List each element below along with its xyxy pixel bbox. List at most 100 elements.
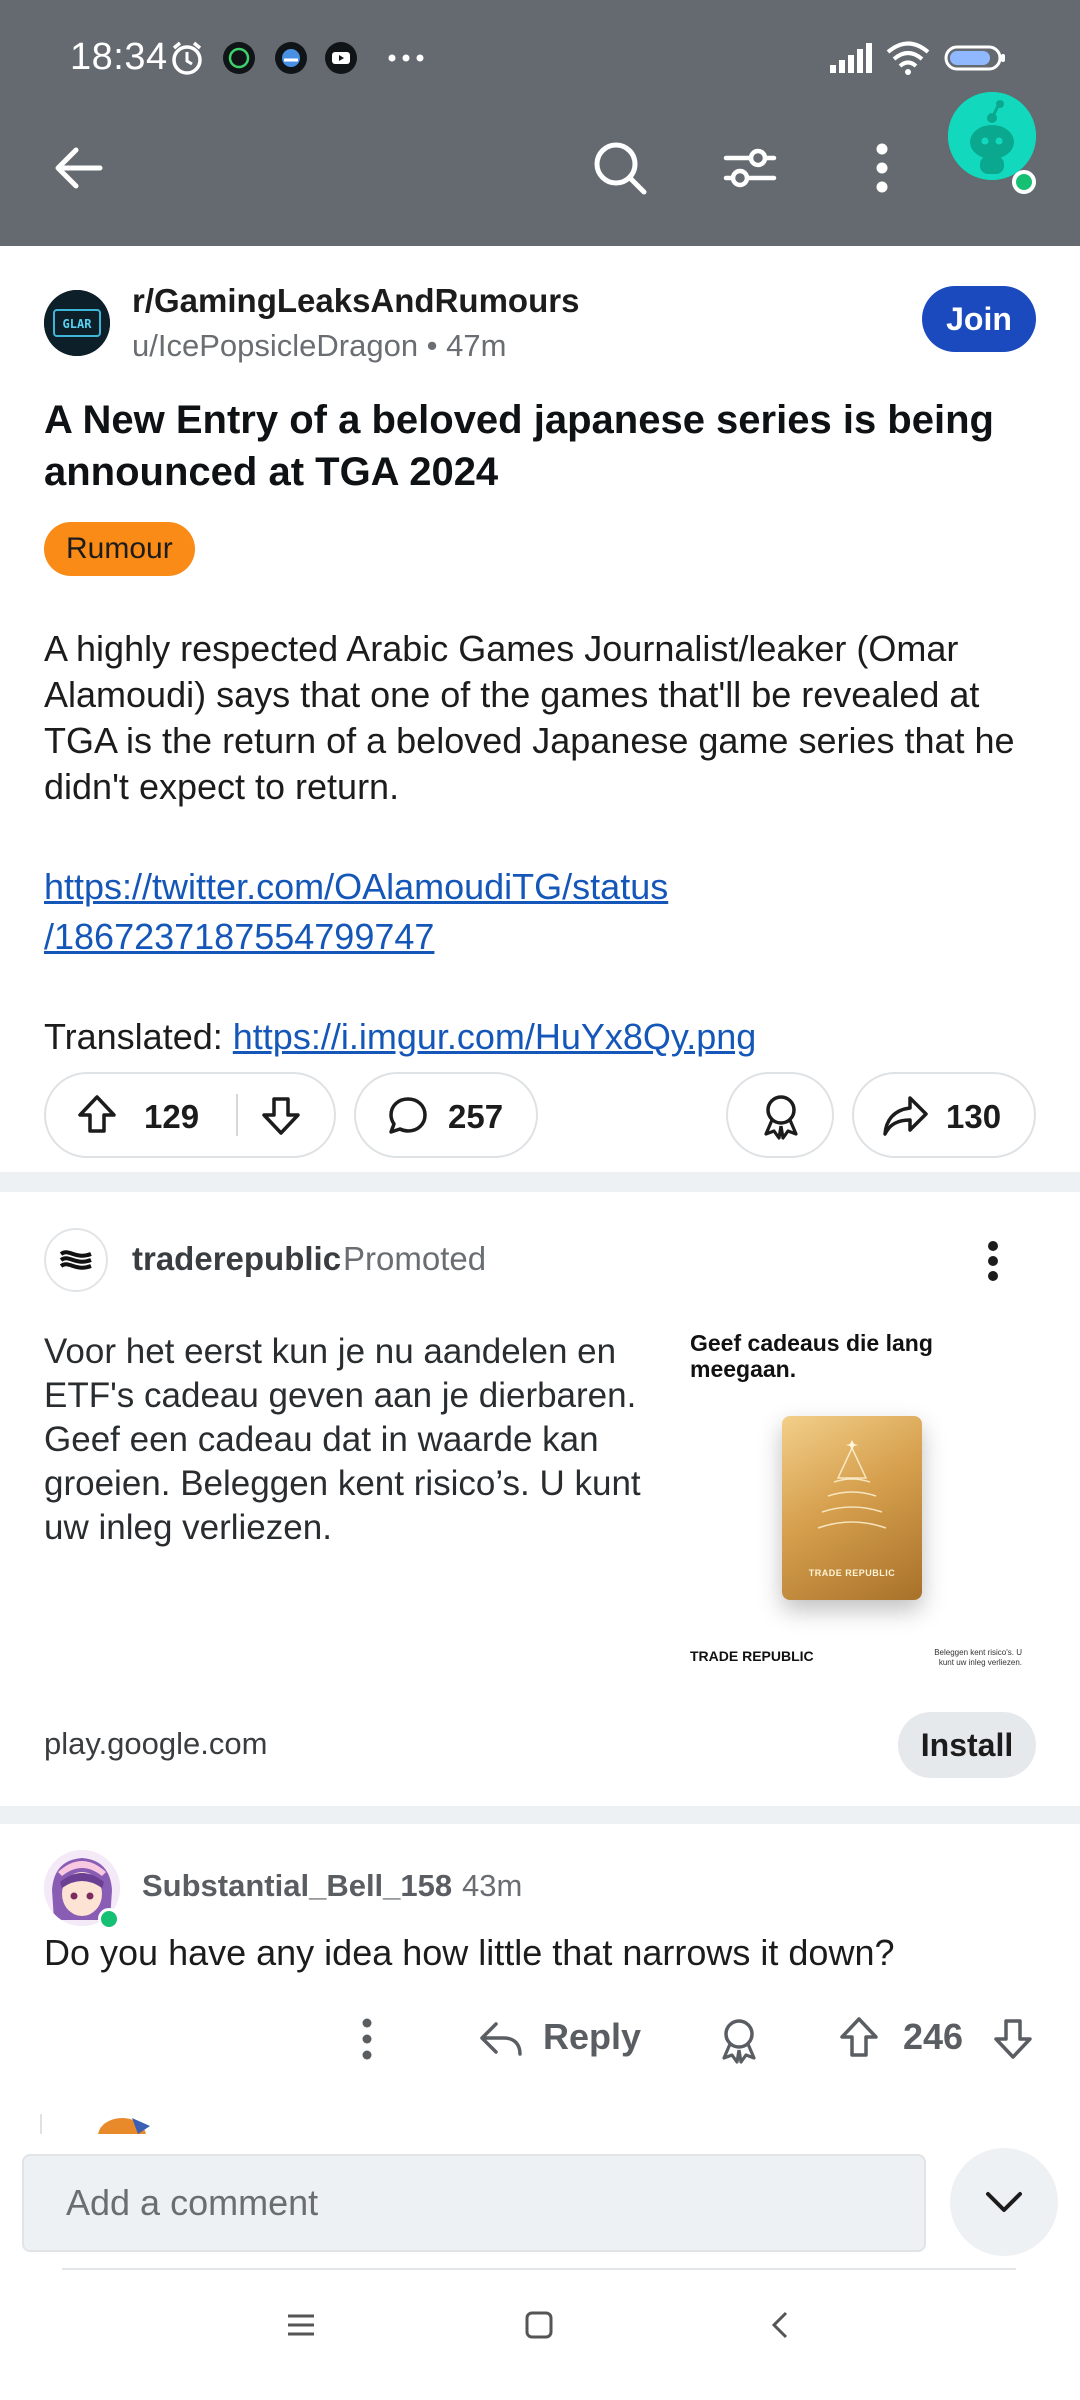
chevron-left-icon <box>771 2311 788 2339</box>
comment-body: Do you have any idea how little that nar… <box>44 1932 895 1973</box>
upvote-arrow-icon <box>840 2017 878 2057</box>
comment-award-button[interactable] <box>716 2016 762 2069</box>
subreddit-logo-icon: GLAR <box>44 290 110 356</box>
menu-lines-icon <box>288 2314 314 2336</box>
comment-options-button[interactable] <box>352 2014 382 2064</box>
award-button[interactable] <box>726 1072 834 1158</box>
comment-composer-bar: Add a comment <box>0 2134 1080 2270</box>
home-square-icon <box>525 2311 553 2339</box>
status-bar: 18:34 <box>0 0 1080 115</box>
reply-arrow-icon <box>480 2022 522 2056</box>
comment-author[interactable]: Substantial_Bell_158 <box>142 1868 452 1904</box>
more-vertical-icon <box>988 1241 998 1281</box>
advertiser-name[interactable]: traderepublic <box>132 1240 341 1278</box>
trade-republic-logo-icon <box>59 1250 92 1270</box>
share-button[interactable]: 130 <box>852 1072 1036 1158</box>
reply-label[interactable]: Reply <box>543 2016 641 2058</box>
share-count: 130 <box>946 1098 1002 1135</box>
post-title: A New Entry of a beloved japanese series… <box>44 398 994 494</box>
gold-gift-card: TRADE REPUBLIC <box>782 1416 922 1600</box>
snoo-avatar-icon <box>948 92 1036 180</box>
reply-avatar-partial <box>92 2112 162 2134</box>
home-button[interactable] <box>524 2310 554 2345</box>
ad-image-brand: TRADE REPUBLIC <box>690 1648 814 1664</box>
downvote-arrow-icon <box>994 2019 1032 2059</box>
ad-image-risk-text: Beleggen kent risico's. U kunt uw inleg … <box>934 1648 1022 1667</box>
top-bar: 18:34 <box>0 0 1080 246</box>
translated-label: Translated: <box>44 1016 223 1057</box>
comment-age: 43m <box>462 1868 523 1903</box>
upvote-button[interactable] <box>74 1092 120 1143</box>
post-meta: u/IcePopsicleDragon • 47m <box>132 328 507 363</box>
section-separator <box>0 1806 1080 1824</box>
post-author[interactable]: u/IcePopsicleDragon <box>132 328 418 363</box>
sort-filter-icon <box>723 148 777 188</box>
comment-upvote-button[interactable] <box>836 2014 882 2067</box>
ad-image[interactable]: Geef cadeaus die lang meegaan. TRADE REP… <box>672 1326 1032 1686</box>
recents-button[interactable] <box>286 2310 316 2345</box>
twitter-link[interactable]: https://twitter.com/OAlamoudiTG/status /… <box>44 862 1044 962</box>
alarm-icon <box>168 40 206 76</box>
downvote-arrow-icon <box>262 1097 300 1135</box>
sort-filter-button[interactable] <box>714 132 786 204</box>
battery-icon <box>944 40 1006 76</box>
status-time: 18:34 <box>70 36 168 78</box>
join-button[interactable]: Join <box>922 286 1036 352</box>
advertiser-avatar[interactable] <box>44 1228 108 1292</box>
arrow-left-icon <box>55 147 103 189</box>
whatsapp-icon <box>222 40 256 76</box>
vote-divider <box>236 1094 238 1136</box>
chevron-down-icon <box>986 2192 1022 2212</box>
reply-avatar-icon <box>98 2118 150 2134</box>
more-notifications-icon <box>386 40 426 76</box>
collapse-button[interactable] <box>950 2148 1058 2256</box>
more-vertical-icon <box>362 2018 372 2060</box>
section-separator <box>0 1172 1080 1192</box>
vote-pill: 129 <box>44 1072 336 1158</box>
install-button[interactable]: Install <box>898 1712 1036 1778</box>
twitter-link-line-1: https://twitter.com/OAlamoudiTG/status <box>44 866 669 907</box>
share-arrow-icon <box>882 1094 930 1143</box>
twitter-link-line-2: /1867237187554799747 <box>44 916 435 957</box>
more-vertical-icon <box>876 143 888 193</box>
system-back-button[interactable] <box>766 2310 796 2345</box>
ad-domain[interactable]: play.google.com <box>44 1726 267 1762</box>
back-button[interactable] <box>44 134 112 202</box>
translated-line: Translated: https://i.imgur.com/HuYx8Qy.… <box>44 1012 756 1062</box>
user-avatar[interactable] <box>948 92 1036 180</box>
svg-text:GLAR: GLAR <box>63 317 93 331</box>
author-online-dot <box>98 1908 120 1930</box>
gold-card-brand: TRADE REPUBLIC <box>808 1568 896 1578</box>
app-notification-icon <box>274 40 308 76</box>
upvote-count: 129 <box>144 1098 200 1135</box>
downvote-button[interactable] <box>258 1092 304 1143</box>
comment-bubble-icon <box>386 1094 430 1143</box>
award-icon <box>758 1092 804 1145</box>
post-flair[interactable]: Rumour <box>44 522 195 576</box>
wifi-icon <box>886 40 930 76</box>
post-age: 47m <box>446 328 507 363</box>
post-body: A highly respected Arabic Games Journali… <box>44 628 1015 807</box>
ad-image-title: Geef cadeaus die lang meegaan. <box>690 1330 933 1382</box>
award-icon <box>722 2019 756 2064</box>
comment-downvote-button[interactable] <box>990 2014 1036 2067</box>
comment-input[interactable]: Add a comment <box>22 2154 926 2252</box>
subreddit-avatar[interactable]: GLAR <box>44 290 110 356</box>
online-status-dot <box>1012 170 1036 194</box>
search-icon <box>594 142 647 195</box>
translated-link[interactable]: https://i.imgur.com/HuYx8Qy.png <box>233 1016 757 1057</box>
comments-button[interactable]: 257 <box>354 1072 538 1158</box>
promoted-label: Promoted <box>343 1240 487 1277</box>
subreddit-name[interactable]: r/GamingLeaksAndRumours <box>132 282 579 320</box>
search-button[interactable] <box>584 132 656 204</box>
comment-actions: Reply 246 <box>0 2004 1080 2074</box>
youtube-icon <box>324 40 358 76</box>
more-options-button[interactable] <box>846 132 918 204</box>
signal-icon <box>830 40 876 76</box>
system-nav-bar <box>0 2270 1080 2400</box>
upvote-arrow-icon <box>78 1095 116 1133</box>
comment-count: 257 <box>448 1098 504 1135</box>
ad-options-button[interactable] <box>978 1238 1008 1284</box>
ad-text: Voor het eerst kun je nu aandelen en ETF… <box>44 1332 641 1547</box>
comment-score: 246 <box>903 2016 964 2057</box>
